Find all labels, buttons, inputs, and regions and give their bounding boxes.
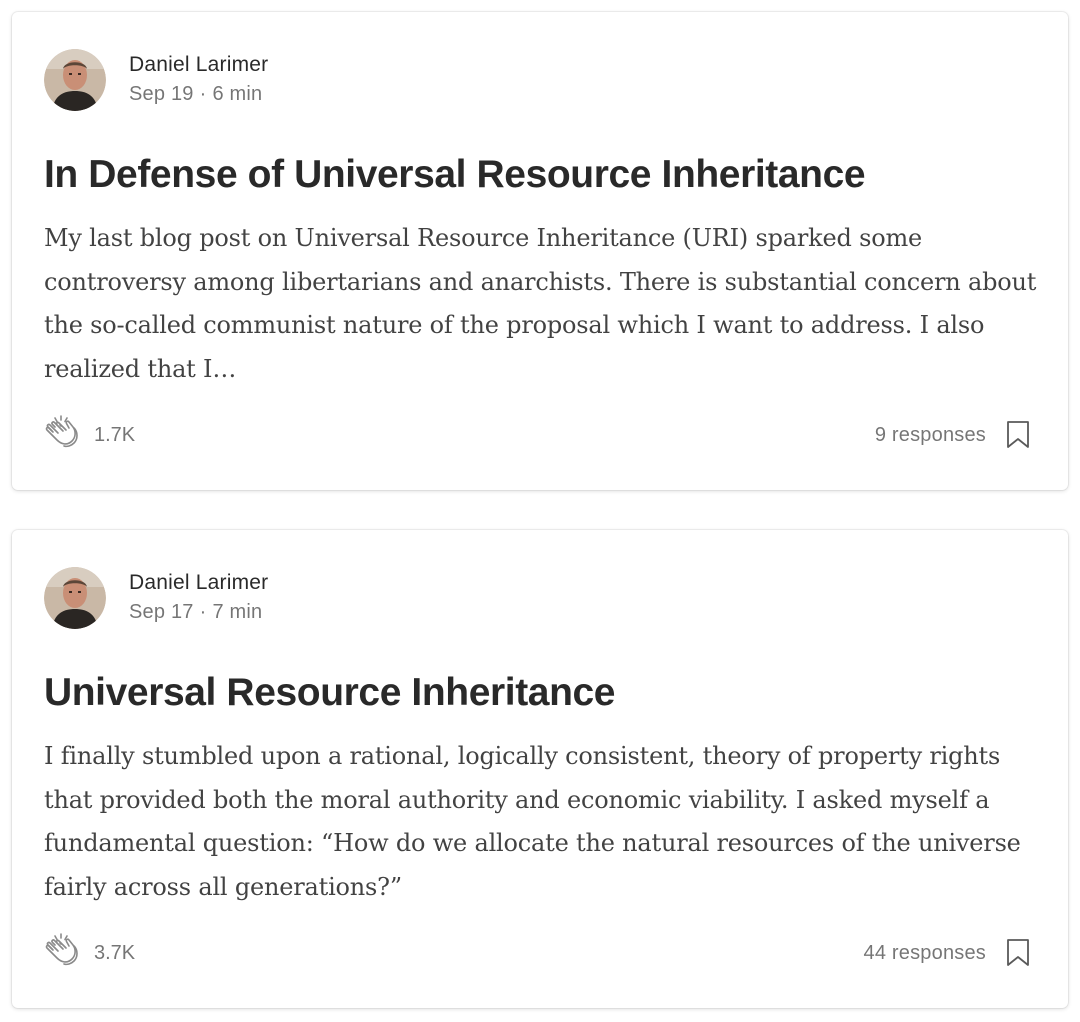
clap-icon[interactable]	[44, 932, 82, 974]
author-meta: Daniel Larimer Sep 17 · 7 min	[129, 569, 268, 627]
read-time: 7 min	[212, 601, 263, 623]
excerpt-line: I finally stumbled upon a rational, logi…	[44, 742, 1001, 770]
excerpt-line: the so-called communist nature of the pr…	[44, 311, 985, 340]
post-card[interactable]: Daniel Larimer Sep 17 · 7 min Universal Re…	[12, 530, 1068, 1008]
bookmark-icon[interactable]	[1006, 420, 1030, 450]
read-time: 6 min	[212, 83, 263, 105]
clap-group: 1.7K	[44, 414, 135, 456]
post-footer: 1.7K 9 responses	[44, 412, 1030, 458]
excerpt-line: controversy among libertarians and anarc…	[44, 267, 1037, 296]
responses-link[interactable]: 44 responses	[864, 942, 986, 965]
excerpt-line: realized that I…	[44, 355, 237, 384]
post-date[interactable]: Sep 19	[129, 83, 194, 105]
meta-separator: ·	[199, 601, 207, 623]
clap-count: 3.7K	[94, 941, 136, 964]
post-meta: Sep 17 · 7 min	[129, 597, 268, 627]
responses-link[interactable]: 9 responses	[875, 424, 986, 447]
footer-actions: 44 responses	[864, 938, 1030, 968]
meta-separator: ·	[199, 83, 207, 105]
author-avatar[interactable]	[44, 567, 106, 629]
author-meta: Daniel Larimer Sep 19 · 6 min	[129, 51, 268, 109]
author-row: Daniel Larimer Sep 17 · 7 min	[44, 566, 268, 630]
excerpt-line: that provided both the moral authority a…	[44, 785, 990, 814]
excerpt-line: My last blog post on Universal Resource …	[44, 224, 923, 252]
post-footer: 3.7K 44 responses	[44, 930, 1030, 976]
clap-count: 1.7K	[94, 423, 136, 446]
post-title[interactable]: In Defense of Universal Resource Inherit…	[44, 150, 866, 200]
post-excerpt[interactable]: I finally stumbled upon a rational, logi…	[44, 735, 1044, 910]
author-avatar[interactable]	[44, 49, 106, 111]
post-meta: Sep 19 · 6 min	[129, 79, 268, 109]
footer-actions: 9 responses	[875, 420, 1030, 450]
post-card[interactable]: Daniel Larimer Sep 19 · 6 min In Defense o…	[12, 12, 1068, 490]
author-name[interactable]: Daniel Larimer	[129, 569, 268, 597]
post-excerpt[interactable]: My last blog post on Universal Resource …	[44, 217, 1044, 392]
post-title[interactable]: Universal Resource Inheritance	[44, 668, 615, 718]
clap-icon[interactable]	[44, 414, 82, 456]
post-date[interactable]: Sep 17	[129, 601, 194, 623]
author-name[interactable]: Daniel Larimer	[129, 51, 268, 79]
clap-group: 3.7K	[44, 932, 135, 974]
excerpt-line: fundamental question: “How do we allocat…	[44, 829, 1021, 858]
excerpt-line: fairly across all generations?”	[44, 873, 402, 902]
author-row: Daniel Larimer Sep 19 · 6 min	[44, 48, 268, 112]
bookmark-icon[interactable]	[1006, 938, 1030, 968]
